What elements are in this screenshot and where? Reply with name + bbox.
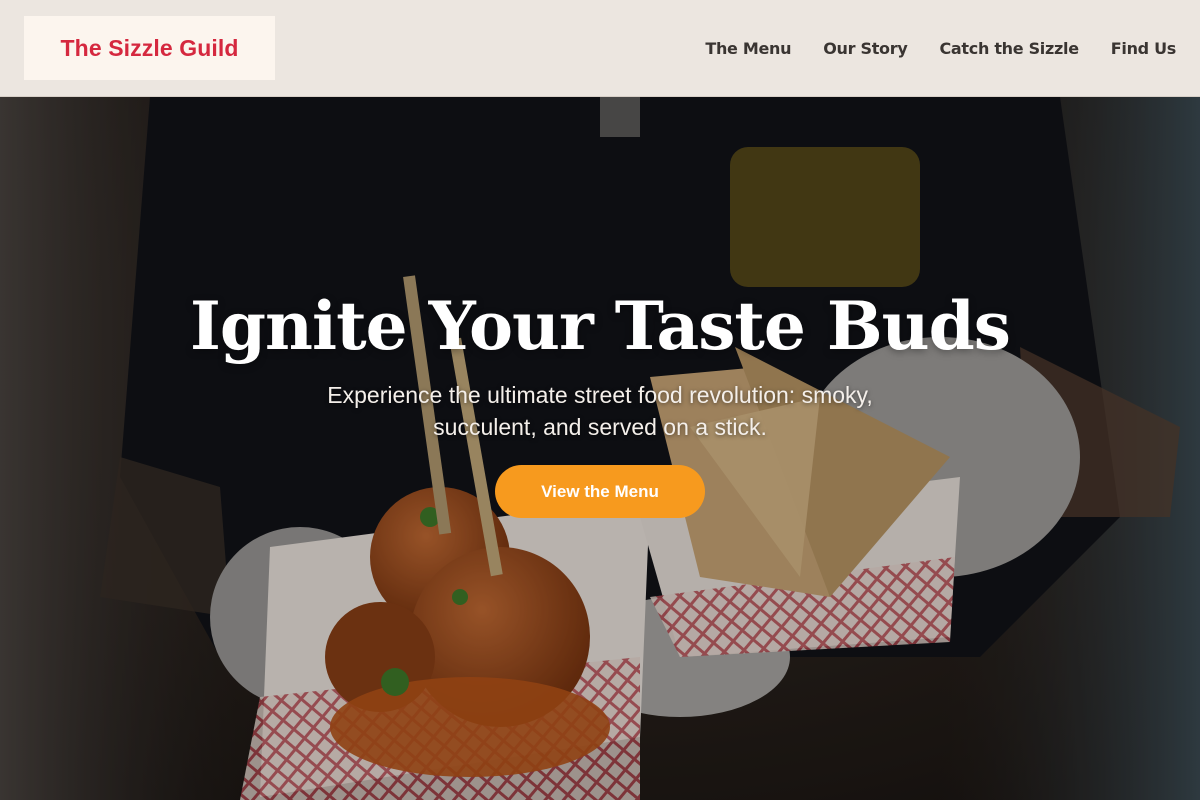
hero-content: Ignite Your Taste Buds Experience the ul…: [0, 97, 1200, 800]
hero-subtitle: Experience the ultimate street food revo…: [327, 382, 873, 440]
brand-logo[interactable]: The Sizzle Guild: [24, 16, 275, 80]
view-menu-button[interactable]: View the Menu: [495, 465, 705, 518]
main-nav: The Menu Our Story Catch the Sizzle Find…: [705, 39, 1176, 58]
hero-title: Ignite Your Taste Buds: [190, 287, 1011, 365]
hero-section: Ignite Your Taste Buds Experience the ul…: [0, 97, 1200, 800]
nav-link-find-us[interactable]: Find Us: [1111, 39, 1177, 58]
site-header: The Sizzle Guild The Menu Our Story Catc…: [0, 0, 1200, 97]
nav-link-our-story[interactable]: Our Story: [823, 39, 908, 58]
nav-link-menu[interactable]: The Menu: [705, 39, 791, 58]
nav-link-catch-the-sizzle[interactable]: Catch the Sizzle: [939, 39, 1079, 58]
